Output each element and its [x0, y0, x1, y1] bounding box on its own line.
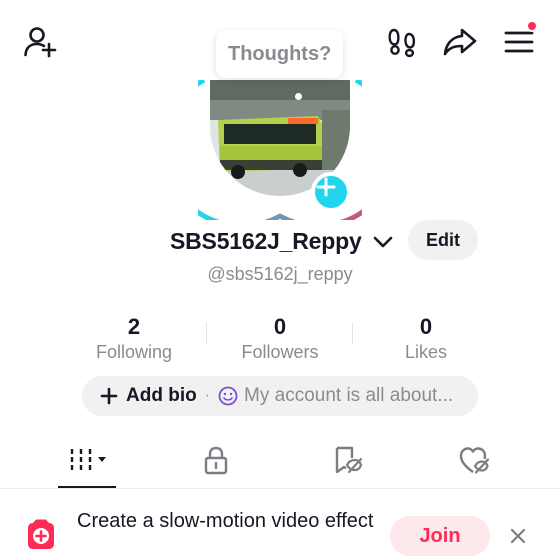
likes-count: 0 — [419, 314, 433, 339]
display-name: SBS5162J_Reppy — [170, 228, 362, 254]
followers-count: 0 — [273, 314, 287, 339]
chevron-down-icon[interactable] — [372, 234, 394, 250]
share-icon — [443, 28, 477, 56]
smiley-icon — [218, 386, 238, 406]
tabs-divider — [0, 488, 560, 489]
lock-icon — [204, 446, 228, 475]
avatar[interactable] — [198, 80, 362, 220]
effect-icon — [24, 518, 58, 552]
banner-text: Create a slow-motion video effect — [77, 510, 374, 532]
liked-hidden-icon — [459, 447, 490, 474]
thoughts-bubble[interactable]: Thoughts? — [216, 30, 344, 78]
join-button[interactable]: Join — [390, 516, 490, 556]
thoughts-bubble-tail — [295, 93, 302, 100]
stat-likes[interactable]: 0 Likes — [356, 314, 496, 363]
thoughts-prompt: Thoughts? — [228, 42, 332, 65]
username-text: @sbs5162j_reppy — [207, 264, 353, 284]
plus-icon — [100, 387, 118, 405]
videos-grid-icon — [70, 449, 106, 471]
add-friend-button[interactable] — [20, 22, 60, 62]
bio-placeholder: My account is all about... — [244, 385, 454, 406]
repost-icon — [335, 446, 363, 474]
username: @sbs5162j_reppy — [0, 264, 560, 285]
tab-videos[interactable] — [58, 438, 118, 482]
add-bio-label: Add bio — [126, 385, 197, 406]
edit-profile-button[interactable]: Edit — [408, 220, 478, 260]
add-friend-icon — [24, 27, 57, 58]
profile-views-button[interactable] — [384, 24, 420, 60]
stat-divider — [206, 322, 207, 344]
notification-dot — [526, 20, 538, 32]
bio-separator: · — [204, 387, 211, 404]
add-bio: Add bio — [100, 385, 197, 407]
stat-following[interactable]: 2 Following — [64, 314, 204, 363]
menu-button[interactable] — [500, 20, 538, 60]
following-label: Following — [95, 342, 173, 362]
stat-followers[interactable]: 0 Followers — [210, 314, 350, 363]
tab-liked[interactable] — [444, 438, 504, 482]
following-count: 2 — [127, 314, 141, 339]
add-story-button[interactable] — [311, 172, 351, 212]
share-profile-button[interactable] — [440, 24, 480, 60]
followers-label: Followers — [241, 342, 319, 362]
tab-reposts[interactable] — [318, 438, 378, 482]
close-icon — [510, 528, 526, 544]
add-bio-button[interactable]: Add bio · My account is all about... — [82, 376, 478, 416]
tab-private[interactable] — [186, 438, 246, 482]
stat-divider — [352, 322, 353, 344]
plus-icon — [316, 177, 336, 197]
likes-label: Likes — [404, 342, 448, 362]
close-banner-button[interactable] — [506, 524, 530, 548]
footprint-icon — [388, 28, 416, 58]
menu-icon — [504, 31, 534, 53]
